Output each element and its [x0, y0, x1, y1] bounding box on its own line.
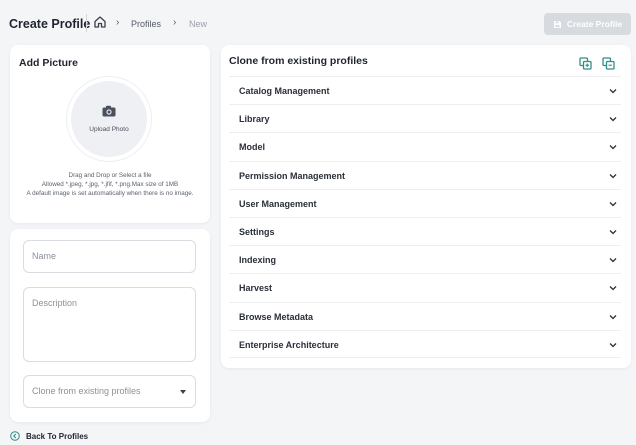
camera-icon: [102, 105, 116, 117]
accordion-item[interactable]: Harvest: [229, 273, 621, 301]
upload-photo-dropzone[interactable]: Upload Photo: [66, 76, 152, 162]
copy-icon[interactable]: [579, 57, 592, 70]
chevron-down-icon[interactable]: [609, 116, 617, 122]
top-bar: Create Profile › Profiles › New Create P…: [0, 0, 636, 46]
accordion-item[interactable]: Library: [229, 104, 621, 132]
save-icon: [553, 20, 561, 28]
chevron-down-icon[interactable]: [609, 314, 617, 320]
add-picture-title: Add Picture: [19, 57, 78, 69]
arrow-left-circle-icon: [10, 431, 20, 441]
accordion-item[interactable]: Browse Metadata: [229, 301, 621, 330]
accordion-item-label: Permission Management: [239, 170, 346, 181]
accordion-item-label: Settings: [239, 226, 275, 237]
upload-help-line: Allowed *.jpeg, *.jpg, *.jfif, *.png.Max…: [41, 181, 179, 188]
title-divider: [86, 14, 87, 32]
back-to-profiles-label: Back To Profiles: [26, 431, 89, 441]
clone-accordion-list: Catalog Management Library Model Permission…: [229, 76, 621, 358]
chevron-down-icon[interactable]: [609, 257, 617, 263]
accordion-item-label: Model: [239, 142, 265, 153]
create-profile-button[interactable]: Create Profile: [544, 13, 631, 35]
clone-panel-title: Clone from existing profiles: [229, 55, 368, 67]
upload-help-line: Drag and Drop or Select a file: [68, 172, 152, 179]
clone-profile-select[interactable]: Clone from existing profiles: [23, 375, 196, 408]
accordion-item-label: Library: [239, 114, 270, 125]
accordion-item[interactable]: Enterprise Architecture: [229, 329, 621, 358]
accordion-item-label: User Management: [239, 198, 317, 209]
back-to-profiles-link[interactable]: Back To Profiles: [10, 431, 88, 441]
page-title: Create Profile: [9, 17, 91, 31]
chevron-down-icon[interactable]: [609, 201, 617, 207]
accordion-item[interactable]: Indexing: [229, 245, 621, 273]
add-picture-card: Add Picture Upload Photo Drag and Drop o…: [10, 45, 210, 223]
chevron-right-icon: ›: [116, 17, 120, 28]
breadcrumb-current: New: [189, 19, 208, 29]
accordion-item-label: Browse Metadata: [239, 311, 314, 322]
chevron-down-icon[interactable]: [609, 144, 617, 150]
chevron-down-icon[interactable]: [609, 342, 617, 348]
upload-photo-label: Upload Photo: [89, 126, 129, 133]
breadcrumb-profiles[interactable]: Profiles: [131, 19, 161, 29]
accordion-item-label: Enterprise Architecture: [239, 339, 339, 350]
clone-select-placeholder: Clone from existing profiles: [32, 386, 141, 396]
profile-form-card: Name Description Clone from existing pro…: [10, 229, 210, 422]
accordion-item-label: Catalog Management: [239, 86, 330, 96]
accordion-item[interactable]: User Management: [229, 188, 621, 217]
upload-help-line: A default image is set automatically whe…: [26, 190, 194, 197]
avatar[interactable]: Upload Photo: [71, 81, 147, 157]
accordion-item-label: Harvest: [239, 283, 273, 294]
upload-help-text: Drag and Drop or Select a file Allowed *…: [16, 171, 204, 198]
chevron-right-icon: ›: [173, 17, 177, 28]
description-field[interactable]: Description: [23, 287, 196, 362]
accordion-item-label: Indexing: [239, 255, 277, 266]
clone-profiles-panel: Clone from existing profiles Catalog Man…: [221, 45, 631, 368]
chevron-down-icon[interactable]: [609, 229, 617, 235]
accordion-item[interactable]: Model: [229, 132, 621, 160]
accordion-item[interactable]: Permission Management: [229, 160, 621, 189]
copy-all-icon[interactable]: [602, 57, 615, 70]
home-icon[interactable]: [93, 15, 107, 29]
caret-down-icon: [180, 390, 186, 394]
accordion-item[interactable]: Catalog Management: [229, 76, 621, 104]
accordion-item[interactable]: Settings: [229, 216, 621, 245]
chevron-down-icon[interactable]: [609, 88, 617, 94]
create-profile-label: Create Profile: [566, 19, 623, 29]
chevron-down-icon[interactable]: [609, 173, 617, 179]
name-field[interactable]: Name: [23, 240, 196, 273]
chevron-down-icon[interactable]: [609, 285, 617, 291]
